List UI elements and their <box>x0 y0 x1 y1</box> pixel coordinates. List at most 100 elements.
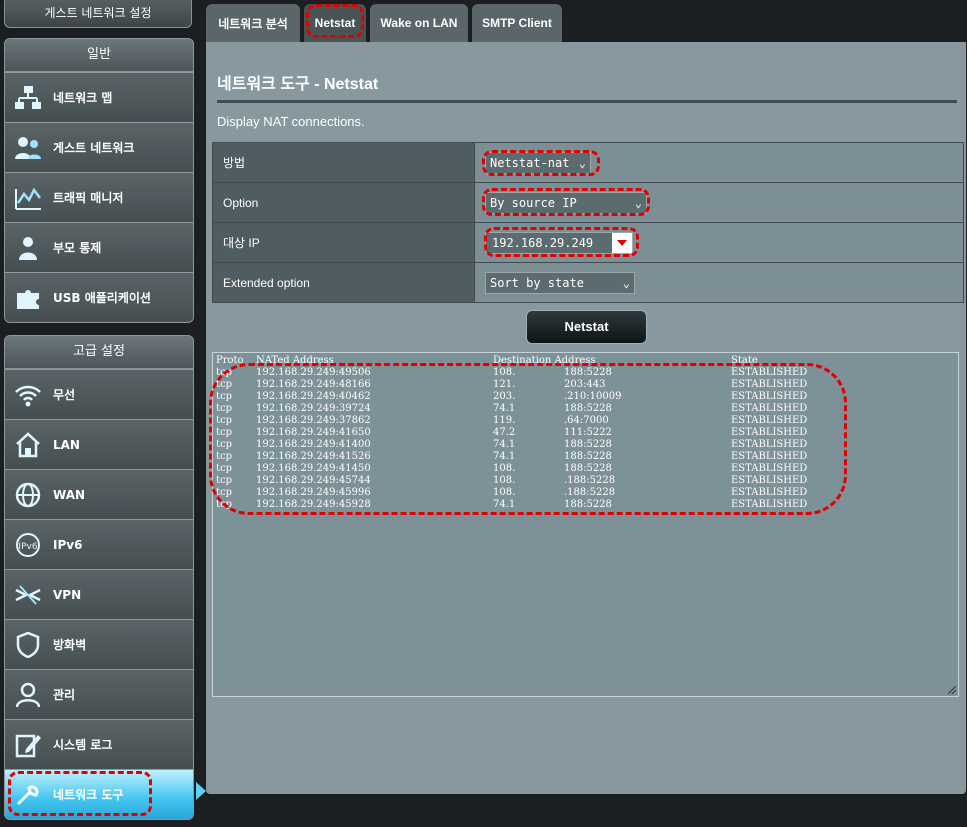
destination-prefix-cell: 74.1 <box>493 499 516 510</box>
method-select[interactable]: Netstat-nat ⌄ <box>485 151 591 174</box>
sidebar-item-network-map[interactable]: 네트워크 맵 <box>5 72 193 122</box>
chevron-down-icon: ⌄ <box>578 155 586 170</box>
nated-address-cell: 192.168.29.249:48166 <box>256 379 371 390</box>
chevron-down-icon: ⌄ <box>622 275 630 290</box>
advanced-section: 고급 설정 무선 LAN WAN IPv6 IPv6 VPN 방화벽 관리 시스… <box>4 335 194 820</box>
destination-suffix-cell: 188:5228 <box>564 499 612 510</box>
proto-cell: tcp <box>216 439 233 450</box>
administration-icon <box>13 680 43 710</box>
nated-address-cell: 192.168.29.249:41650 <box>256 427 371 438</box>
target-ip-combobox[interactable]: 192.168.29.249 <box>485 231 633 254</box>
netstat-button[interactable]: Netstat <box>526 310 647 344</box>
destination-prefix-cell: 74.1 <box>493 451 516 462</box>
page-title: 네트워크 도구 - Netstat <box>217 76 379 93</box>
destination-suffix-cell: .188:5228 <box>564 475 616 486</box>
proto-cell: tcp <box>216 427 233 438</box>
state-cell: ESTABLISHED <box>731 451 808 462</box>
sidebar-item-wireless[interactable]: 무선 <box>5 369 193 419</box>
sidebar-item-system-log[interactable]: 시스템 로그 <box>5 719 193 769</box>
option-label: Option <box>212 182 475 223</box>
tab-smtp-client[interactable]: SMTP Client <box>472 4 562 42</box>
proto-cell: tcp <box>216 391 233 402</box>
destination-suffix-cell: 188:5228 <box>564 463 612 474</box>
sidebar-item-label: WAN <box>53 487 86 502</box>
netstat-panel: 네트워크 도구 - Netstat Display NAT connection… <box>206 42 966 794</box>
sidebar-item-guest-network[interactable]: 게스트 네트워크 <box>5 122 193 172</box>
sidebar: 게스트 네트워크 설정 일반 네트워크 맵 게스트 네트워크 트래픽 매니저 부… <box>0 0 206 827</box>
tab-label: Wake on LAN <box>380 16 458 30</box>
state-cell: ESTABLISHED <box>731 427 808 438</box>
destination-prefix-cell: 108. <box>493 475 516 486</box>
sidebar-item-traffic-manager[interactable]: 트래픽 매니저 <box>5 172 193 222</box>
sidebar-item-label: 시스템 로그 <box>53 738 113 752</box>
method-value-cell: Netstat-nat ⌄ <box>474 142 964 183</box>
output-row: tcp 192.168.29.249:40462 203. .210:10009 EST… <box>215 391 956 403</box>
proto-cell: tcp <box>216 451 233 462</box>
sidebar-item-wan[interactable]: WAN <box>5 469 193 519</box>
nated-address-cell: 192.168.29.249:49506 <box>256 367 371 378</box>
sidebar-item-ipv6[interactable]: IPv6 IPv6 <box>5 519 193 569</box>
chevron-down-icon: ⌄ <box>634 195 642 210</box>
method-select-value: Netstat-nat <box>490 155 570 170</box>
usb-application-icon <box>13 283 43 313</box>
extended-option-select[interactable]: Sort by state ⌄ <box>485 271 635 294</box>
target-ip-row: 대상 IP 192.168.29.249 <box>212 222 964 263</box>
tab-netstat[interactable]: Netstat <box>304 4 366 42</box>
state-cell: ESTABLISHED <box>731 463 808 474</box>
state-cell: ESTABLISHED <box>731 415 808 426</box>
traffic-manager-icon <box>13 183 43 213</box>
vpn-icon <box>13 580 43 610</box>
option-select[interactable]: By source IP ⌄ <box>485 191 647 214</box>
target-ip-input[interactable]: 192.168.29.249 <box>486 236 612 250</box>
title-divider <box>217 100 957 103</box>
network-tools-icon <box>13 780 43 810</box>
sidebar-item-network-tools[interactable]: 네트워크 도구 <box>5 769 193 819</box>
wireless-icon <box>13 380 43 410</box>
nated-address-cell: 192.168.29.249:45996 <box>256 487 371 498</box>
sidebar-item-label: 무선 <box>53 388 76 402</box>
active-menu-arrow <box>196 782 206 800</box>
sidebar-item-firewall[interactable]: 방화벽 <box>5 619 193 669</box>
sidebar-item-label: VPN <box>53 587 82 602</box>
destination-prefix-cell: 74.1 <box>493 403 516 414</box>
sidebar-item-administration[interactable]: 관리 <box>5 669 193 719</box>
dropdown-button[interactable] <box>612 232 632 253</box>
output-row: tcp 192.168.29.249:41400 74.1 188:5228 ESTAB… <box>215 439 956 451</box>
sidebar-item-label: 네트워크 맵 <box>53 91 113 105</box>
lan-icon <box>13 430 43 460</box>
tab-network-analysis[interactable]: 네트워크 분석 <box>206 4 300 42</box>
method-row: 방법 Netstat-nat ⌄ <box>212 142 964 183</box>
output-row: tcp 192.168.29.249:41650 47.2 111:5222 ESTAB… <box>215 427 956 439</box>
state-cell: ESTABLISHED <box>731 499 808 510</box>
advanced-section-header: 고급 설정 <box>5 336 193 369</box>
extended-option-value-cell: Sort by state ⌄ <box>474 262 964 303</box>
extended-option-label: Extended option <box>212 262 475 303</box>
sidebar-item-label: 네트워크 도구 <box>53 788 124 802</box>
proto-cell: tcp <box>216 415 233 426</box>
sidebar-item-vpn[interactable]: VPN <box>5 569 193 619</box>
proto-cell: tcp <box>216 499 233 510</box>
top-menu-button[interactable]: 게스트 네트워크 설정 <box>4 0 192 28</box>
sidebar-item-parental-control[interactable]: 부모 통제 <box>5 222 193 272</box>
nated-address-cell: 192.168.29.249:40462 <box>256 391 371 402</box>
output-row: tcp 192.168.29.249:49506 108. 188:5228 ESTAB… <box>215 367 956 379</box>
nated-address-cell: 192.168.29.249:45744 <box>256 475 371 486</box>
extended-option-select-value: Sort by state <box>490 275 584 290</box>
header-state: State <box>731 355 758 366</box>
tab-wake-on-lan[interactable]: Wake on LAN <box>370 4 468 42</box>
output-row: tcp 192.168.29.249:41526 74.1 188:5228 ESTAB… <box>215 451 956 463</box>
destination-prefix-cell: 203. <box>493 391 516 402</box>
wan-icon <box>13 480 43 510</box>
general-section-header: 일반 <box>5 39 193 72</box>
netstat-output-textarea[interactable]: Proto NATed Address Destination Address … <box>212 352 959 697</box>
option-value-cell: By source IP ⌄ <box>474 182 964 223</box>
sidebar-item-lan[interactable]: LAN <box>5 419 193 469</box>
sidebar-item-label: 부모 통제 <box>53 241 102 255</box>
state-cell: ESTABLISHED <box>731 367 808 378</box>
state-cell: ESTABLISHED <box>731 439 808 450</box>
guest-network-icon <box>13 133 43 163</box>
destination-prefix-cell: 47.2 <box>493 427 516 438</box>
resize-handle[interactable] <box>948 686 956 694</box>
ipv6-icon: IPv6 <box>13 530 43 560</box>
sidebar-item-usb-application[interactable]: USB 애플리케이션 <box>5 272 193 322</box>
